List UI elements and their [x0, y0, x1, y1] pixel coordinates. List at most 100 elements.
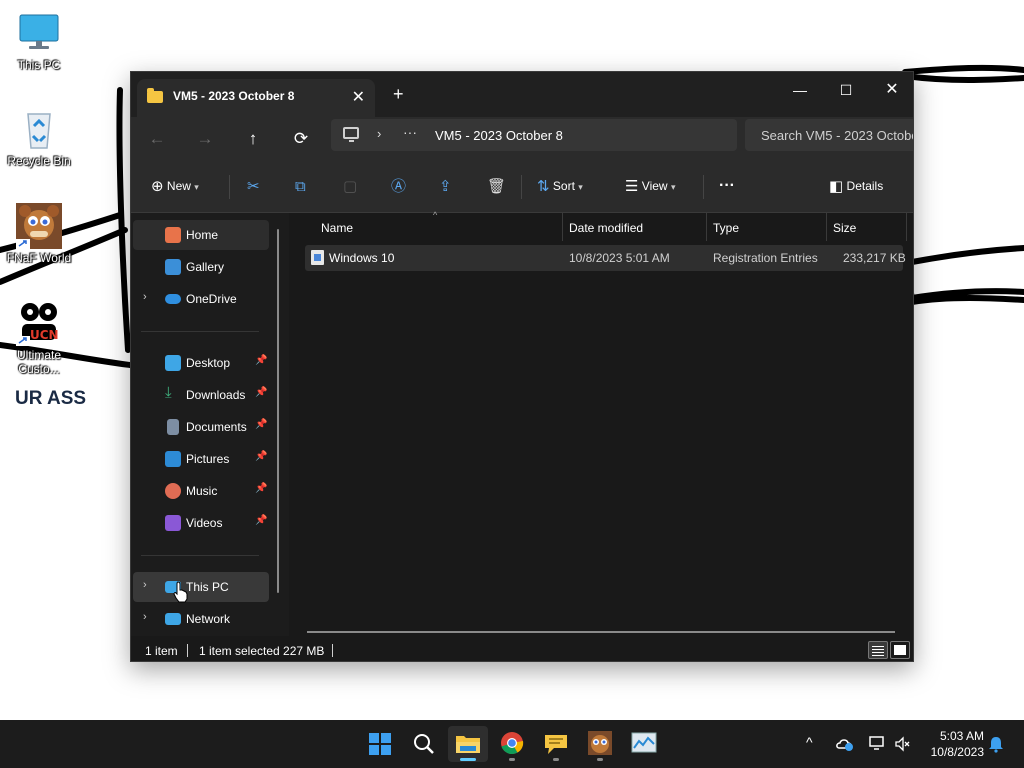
taskbar-resource-monitor[interactable] [624, 726, 664, 762]
close-button[interactable]: ✕ [869, 76, 913, 106]
chevron-right-icon[interactable]: › [143, 611, 147, 623]
copy-button[interactable]: ⧉ [295, 173, 306, 199]
status-divider [187, 644, 188, 657]
onedrive-icon [165, 294, 181, 304]
column-divider[interactable] [706, 213, 707, 241]
chevron-right-icon[interactable]: › [143, 579, 147, 591]
paste-button[interactable]: ▢ [343, 173, 357, 199]
chevron-right-icon[interactable]: › [377, 126, 381, 141]
pin-icon: 📌 [255, 387, 268, 398]
status-divider [332, 644, 333, 657]
view-button-label: View [641, 179, 668, 193]
forward-button[interactable]: → [189, 125, 221, 153]
sidebar-item-home[interactable]: Home [133, 220, 269, 250]
onedrive-status-icon[interactable] [836, 736, 854, 752]
share-button[interactable]: ⇪ [439, 173, 452, 199]
search-box[interactable]: Search VM5 - 2023 October 8 [745, 119, 913, 151]
command-bar: ⊕ New ▾ ✂ ⧉ ▢ Ⓐ ⇪ 🗑 ⇅ Sort ▾ ☰ View ▾ ··… [131, 161, 913, 213]
large-icons-view-button[interactable] [890, 641, 910, 659]
sidebar-item-label: OneDrive [186, 292, 237, 306]
minimize-button[interactable]: — [777, 76, 823, 106]
sort-icon: ⇅ [537, 177, 550, 195]
sidebar-item-gallery[interactable]: Gallery [133, 252, 269, 282]
sidebar-item-videos[interactable]: Videos 📌 [133, 508, 269, 538]
more-options-button[interactable]: ··· [719, 173, 735, 199]
chevron-right-icon[interactable]: › [143, 291, 147, 303]
folder-icon [147, 88, 163, 103]
toolbar-divider [521, 175, 522, 199]
start-button[interactable] [360, 726, 400, 762]
breadcrumb-overflow-button[interactable]: ··· [403, 124, 417, 140]
details-pane-button[interactable]: ◧ Details [829, 173, 883, 199]
sort-button-label: Sort [552, 179, 575, 193]
sidebar-item-pictures[interactable]: Pictures 📌 [133, 444, 269, 474]
tab-close-button[interactable]: ✕ [352, 87, 365, 107]
taskbar-file-explorer[interactable] [448, 726, 488, 762]
file-row[interactable]: Windows 10 10/8/2023 5:01 AM Registratio… [305, 245, 906, 271]
desktop-icon-recycle-bin[interactable]: Recycle Bin [0, 106, 78, 168]
rename-button[interactable]: Ⓐ [391, 173, 406, 199]
taskbar-chat[interactable] [536, 726, 576, 762]
network-status-icon[interactable] [868, 735, 886, 751]
file-explorer-window: VM5 - 2023 October 8 ✕ + — ☐ ✕ ← → ↑ ⟳ ›… [130, 71, 914, 662]
sort-ascending-icon: ^ [433, 210, 438, 220]
volume-muted-icon[interactable] [894, 736, 910, 752]
maximize-button[interactable]: ☐ [823, 76, 869, 106]
new-tab-button[interactable]: + [393, 84, 404, 105]
column-header-name[interactable]: Name [321, 221, 353, 235]
pin-icon: 📌 [255, 355, 268, 366]
back-button[interactable]: ← [141, 125, 173, 153]
delete-button[interactable]: 🗑 [487, 173, 506, 199]
up-button[interactable]: ↑ [237, 125, 269, 153]
new-button[interactable]: ⊕ New ▾ [151, 173, 199, 199]
sort-button[interactable]: ⇅ Sort ▾ [537, 173, 583, 199]
file-name: Windows 10 [329, 251, 395, 265]
chrome-icon [501, 732, 524, 755]
file-size: 233,217 KB [843, 251, 906, 265]
view-button[interactable]: ☰ View ▾ [625, 173, 675, 199]
desktop-icon-ultimate-custom-night[interactable]: UCN Ultimate Custo... [0, 300, 78, 376]
sidebar-item-documents[interactable]: Documents 📌 [133, 412, 269, 442]
sidebar-item-onedrive[interactable]: › OneDrive [133, 284, 269, 314]
show-hidden-icons-button[interactable]: ^ [806, 734, 813, 750]
column-header-type[interactable]: Type [713, 221, 739, 235]
sidebar-item-label: Downloads [186, 388, 246, 402]
sidebar-item-desktop[interactable]: Desktop 📌 [133, 348, 269, 378]
clipboard-icon: ▢ [343, 177, 358, 195]
refresh-button[interactable]: ⟳ [285, 125, 317, 153]
tab-current-folder[interactable]: VM5 - 2023 October 8 ✕ [137, 79, 375, 117]
downloads-icon: ⤓ [165, 384, 172, 401]
windows-start-icon [369, 733, 391, 755]
taskbar-search-button[interactable] [404, 726, 444, 762]
column-header-size[interactable]: Size [833, 221, 856, 235]
pictures-icon [165, 451, 181, 467]
column-divider[interactable] [826, 213, 827, 241]
cut-button[interactable]: ✂ [247, 173, 260, 199]
sidebar-item-music[interactable]: Music 📌 [133, 476, 269, 506]
sidebar-scrollbar[interactable] [277, 229, 279, 593]
desktop-icon-this-pc[interactable]: This PC [0, 10, 78, 72]
taskbar-fnaf[interactable] [580, 726, 620, 762]
navigation-bar: ← → ↑ ⟳ › ··· VM5 - 2023 October 8 Searc… [131, 117, 913, 161]
hand-cursor-icon [173, 581, 188, 603]
details-view-button[interactable] [868, 641, 888, 659]
sidebar-item-network[interactable]: › Network [133, 604, 269, 634]
column-header-date[interactable]: Date modified [569, 221, 643, 235]
file-date: 10/8/2023 5:01 AM [569, 251, 670, 265]
breadcrumb-current[interactable]: VM5 - 2023 October 8 [435, 128, 563, 143]
desktop-icon-label: FNaF World [6, 251, 72, 265]
sidebar-item-this-pc[interactable]: › This PC [133, 572, 269, 602]
fnaf-world-icon [16, 203, 62, 249]
videos-icon [165, 515, 181, 531]
horizontal-scrollbar[interactable] [307, 631, 895, 633]
desktop-icon-fnaf-world[interactable]: FNaF World [0, 203, 78, 265]
sidebar-item-downloads[interactable]: ⤓ Downloads 📌 [133, 380, 269, 410]
column-divider[interactable] [562, 213, 563, 241]
taskbar-chrome[interactable] [492, 726, 532, 762]
clock[interactable]: 5:03 AM 10/8/2023 [922, 728, 984, 760]
pin-icon: 📌 [255, 419, 268, 430]
column-divider[interactable] [906, 213, 907, 241]
address-bar[interactable]: › ··· VM5 - 2023 October 8 [331, 119, 737, 151]
notification-bell-icon[interactable] [988, 735, 1004, 753]
pin-icon: 📌 [255, 483, 268, 494]
